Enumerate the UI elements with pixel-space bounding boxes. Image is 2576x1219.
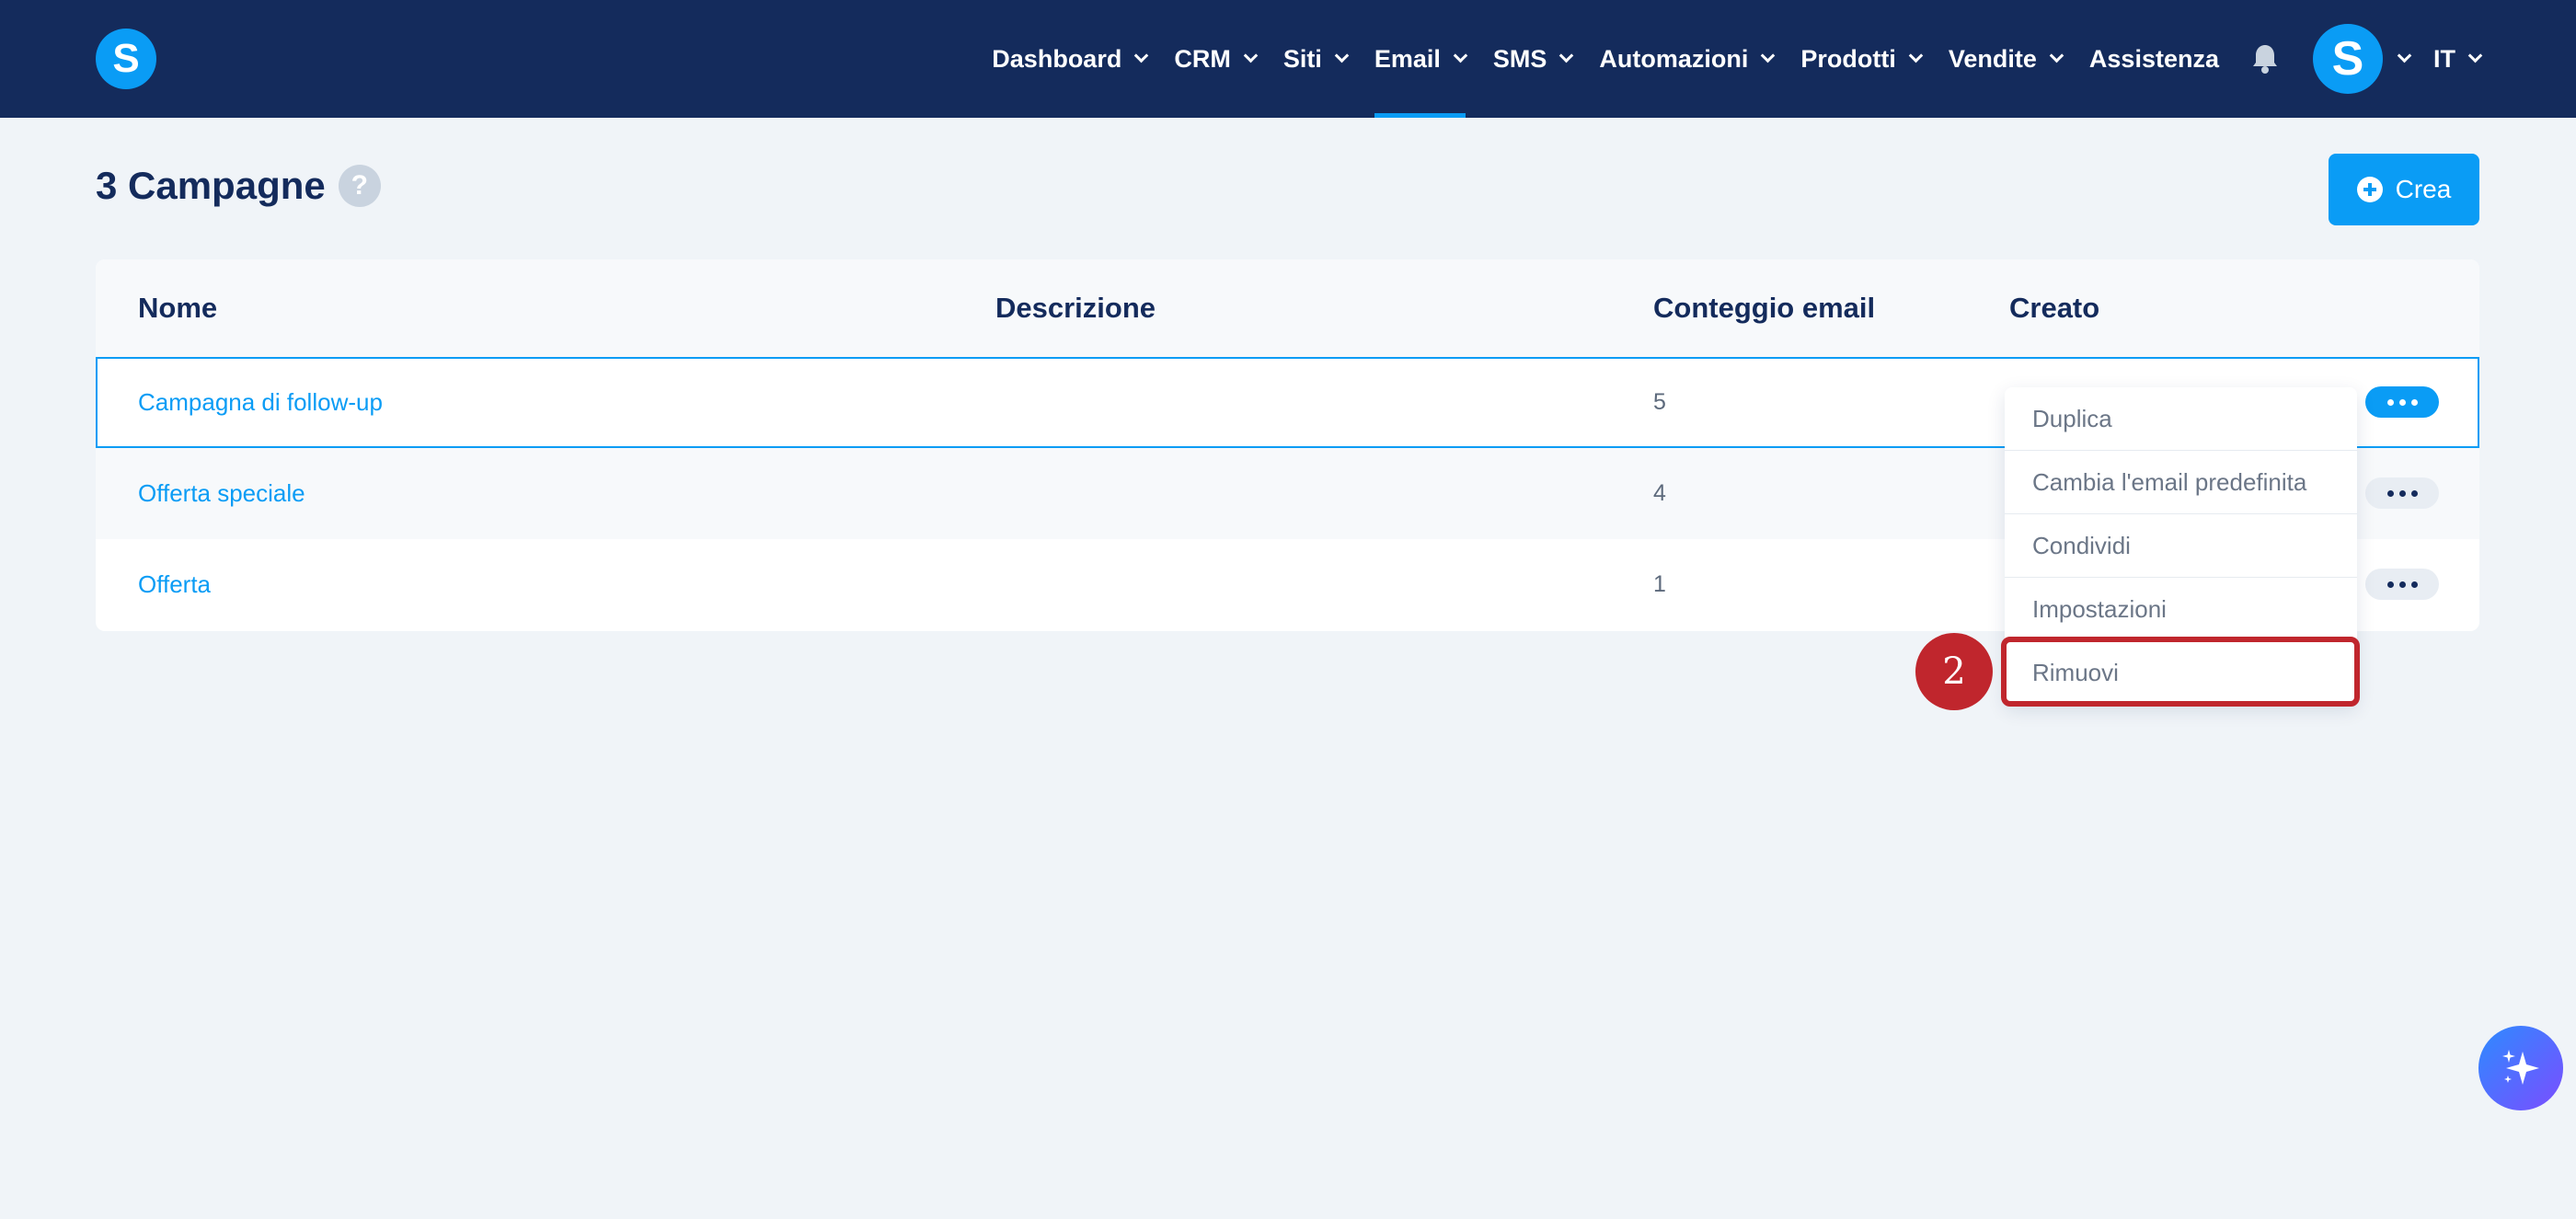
column-header-conteggio-email[interactable]: Conteggio email xyxy=(1653,259,1875,357)
avatar: S xyxy=(2313,24,2383,94)
highlight-box xyxy=(2001,637,2360,707)
table-header: Nome Descrizione Conteggio email Creato xyxy=(96,259,2479,357)
nav-label: Assistenza xyxy=(2088,44,2219,73)
nav-email[interactable]: Email xyxy=(1374,0,1468,118)
plus-circle-icon xyxy=(2356,177,2383,202)
menu-item-duplica[interactable]: Duplica xyxy=(2005,387,2357,451)
chevron-down-icon xyxy=(2467,48,2483,63)
page-title-text: 3 Campagne xyxy=(96,164,326,207)
chevron-down-icon xyxy=(1559,48,1574,63)
row-actions-button[interactable] xyxy=(2365,569,2439,600)
nav-label: Email xyxy=(1374,44,1441,73)
nav-label: Vendite xyxy=(1948,44,2037,73)
campaign-email-count: 4 xyxy=(1653,480,1666,506)
chevron-down-icon xyxy=(2397,48,2412,63)
nav-crm[interactable]: CRM xyxy=(1174,0,1259,118)
app-logo[interactable]: S xyxy=(96,29,156,89)
step-badge: 2 xyxy=(1915,633,1993,710)
bell-icon-svg xyxy=(2253,45,2277,74)
main-nav: Dashboard CRM Siti Email SMS Automazioni… xyxy=(992,0,2576,118)
language-label: IT xyxy=(2433,44,2455,73)
campaign-name-link[interactable]: Offerta xyxy=(138,539,211,630)
top-navbar: S Dashboard CRM Siti Email SMS Automazio… xyxy=(0,0,2576,118)
campaign-name-link[interactable]: Campagna di follow-up xyxy=(138,359,383,446)
create-button-label: Crea xyxy=(2395,175,2452,203)
campaign-name-link[interactable]: Offerta speciale xyxy=(138,448,305,539)
nav-label: CRM xyxy=(1174,44,1231,73)
chevron-down-icon xyxy=(1908,48,1924,63)
chevron-down-icon xyxy=(1134,48,1149,63)
nav-label: Automazioni xyxy=(1599,44,1749,73)
column-header-creato[interactable]: Creato xyxy=(2009,259,2099,357)
column-header-descrizione[interactable]: Descrizione xyxy=(995,259,1156,357)
menu-item-condividi[interactable]: Condividi xyxy=(2005,514,2357,578)
nav-assistenza[interactable]: Assistenza xyxy=(2089,0,2219,118)
ai-assistant-button[interactable] xyxy=(2478,1026,2563,1110)
nav-label: Siti xyxy=(1282,44,1322,73)
help-icon[interactable]: ? xyxy=(338,165,381,207)
chevron-down-icon xyxy=(1243,48,1259,63)
nav-vendite[interactable]: Vendite xyxy=(1948,0,2064,118)
nav-prodotti[interactable]: Prodotti xyxy=(1800,0,1924,118)
campaign-email-count: 5 xyxy=(1653,389,1666,415)
nav-label: SMS xyxy=(1492,44,1547,73)
row-actions-button[interactable] xyxy=(2365,386,2439,418)
nav-label: Prodotti xyxy=(1800,44,1896,73)
nav-label: Dashboard xyxy=(992,44,1122,73)
user-menu[interactable]: S xyxy=(2313,24,2412,94)
chevron-down-icon xyxy=(1761,48,1776,63)
menu-item-cambia-email-predefinita[interactable]: Cambia l'email predefinita xyxy=(2005,451,2357,514)
page-title: 3 Campagne ? xyxy=(96,164,381,208)
column-header-nome[interactable]: Nome xyxy=(138,259,217,357)
language-selector[interactable]: IT xyxy=(2433,0,2483,118)
nav-automazioni[interactable]: Automazioni xyxy=(1599,0,1776,118)
chevron-down-icon xyxy=(1334,48,1350,63)
chevron-down-icon xyxy=(1453,48,1468,63)
nav-siti[interactable]: Siti xyxy=(1282,0,1350,118)
chevron-down-icon xyxy=(2049,48,2064,63)
bell-icon[interactable] xyxy=(2247,0,2283,118)
row-actions-button[interactable] xyxy=(2365,477,2439,509)
menu-item-impostazioni[interactable]: Impostazioni xyxy=(2005,578,2357,641)
nav-sms[interactable]: SMS xyxy=(1492,0,1574,118)
create-button[interactable]: Crea xyxy=(2329,154,2479,225)
sparkles-icon xyxy=(2502,1050,2539,1085)
campaign-email-count: 1 xyxy=(1653,571,1666,597)
nav-dashboard[interactable]: Dashboard xyxy=(992,0,1149,118)
